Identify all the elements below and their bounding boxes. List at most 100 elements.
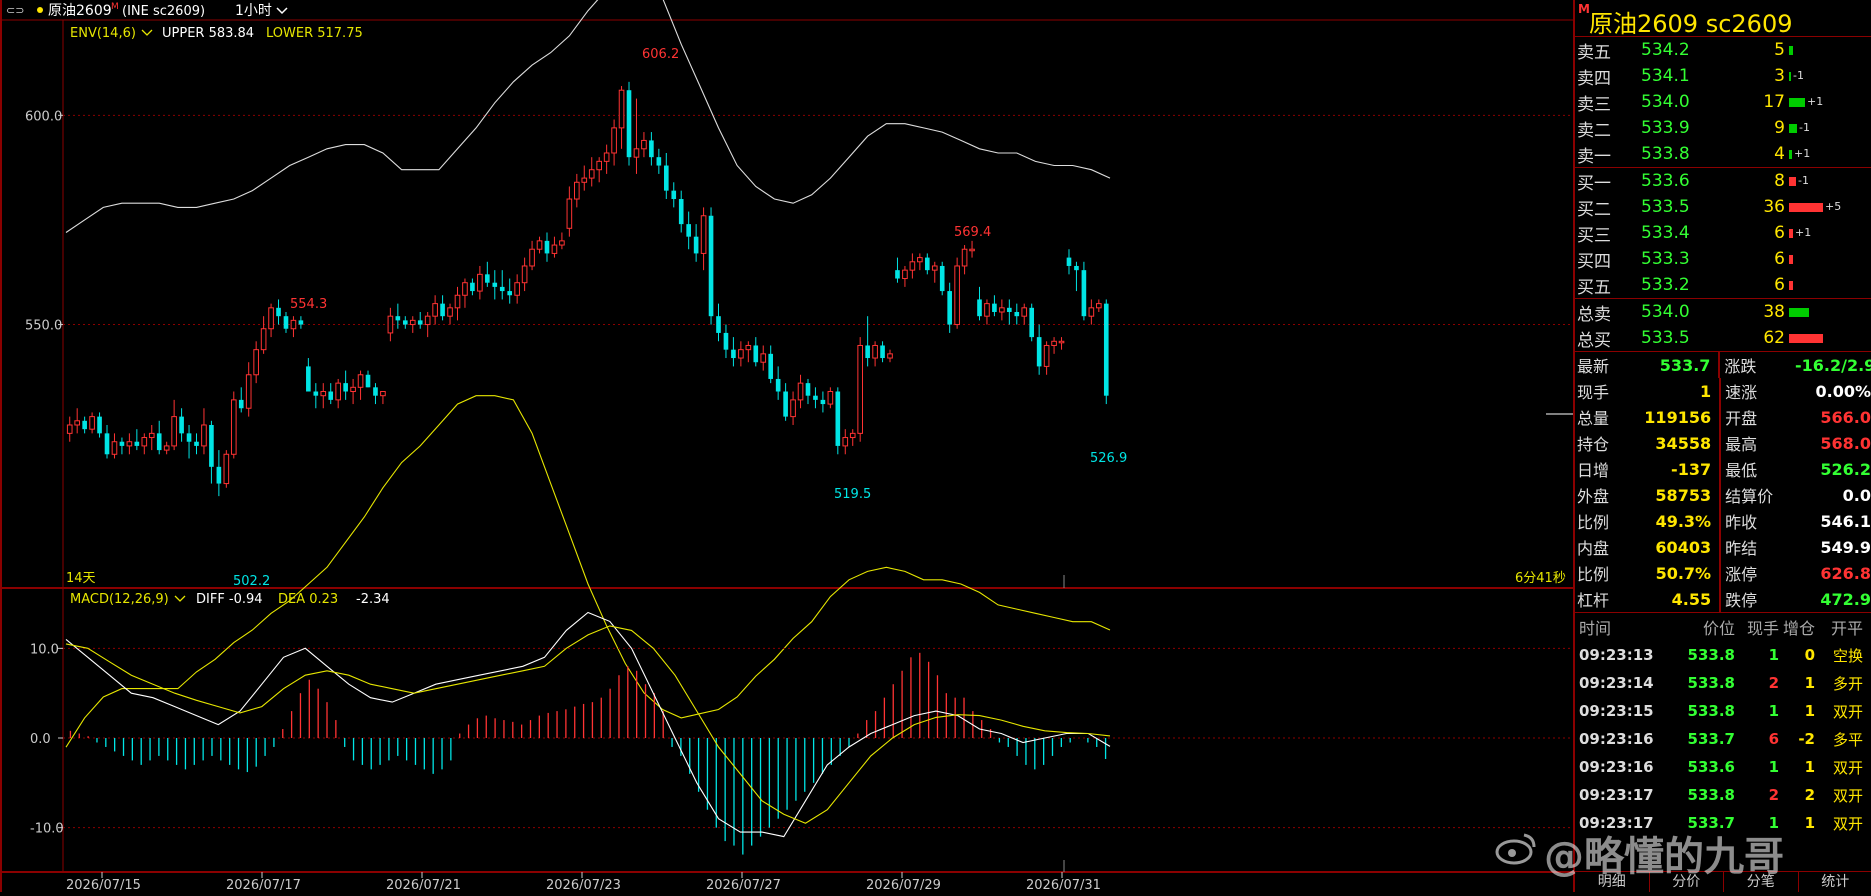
- quote-stats: 最新533.7涨跌-16.2/2.95%现手1速涨0.00%总量119156开盘…: [1575, 352, 1871, 613]
- book-price: 533.5: [1621, 328, 1741, 348]
- candle-body-up: [619, 90, 624, 128]
- period-selector[interactable]: 1小时: [235, 3, 272, 19]
- tick-row[interactable]: 09:23:17533.822双开: [1575, 781, 1871, 809]
- book-level-label: 买四: [1575, 247, 1621, 272]
- date-tick-label: 2026/07/29: [866, 878, 941, 892]
- quote-separator: [1719, 482, 1721, 508]
- candle-body-up: [597, 161, 602, 169]
- candle-body-up: [246, 375, 251, 408]
- candle-body-up: [1097, 304, 1102, 308]
- ask-row[interactable]: 卖一533.84+1: [1575, 141, 1871, 167]
- tick-open-close: 多平: [1815, 729, 1867, 750]
- candle-body-up: [843, 438, 848, 446]
- book-level-label: 卖四: [1575, 64, 1621, 89]
- quote-separator: [1719, 378, 1721, 404]
- tick-row[interactable]: 09:23:16533.611双开: [1575, 753, 1871, 781]
- link-icon[interactable]: ⊂⊃: [6, 4, 24, 17]
- tick-time: 09:23:16: [1575, 758, 1675, 776]
- candle-body-down: [1007, 308, 1012, 312]
- candle-body-up: [575, 182, 580, 199]
- quote-value: 0.0: [1796, 486, 1871, 505]
- candle-body-up: [873, 345, 878, 358]
- candle-body-down: [105, 433, 110, 454]
- book-volume: 9: [1741, 118, 1785, 138]
- bid-row[interactable]: 买一533.68-1: [1575, 168, 1871, 194]
- quote-label: 杠杆: [1575, 587, 1632, 611]
- candle-body-down: [977, 299, 982, 316]
- quote-separator: [1718, 352, 1720, 378]
- book-volume: 6: [1741, 275, 1785, 295]
- ask-row[interactable]: 卖五534.25: [1575, 37, 1871, 63]
- book-level-label: 卖一: [1575, 142, 1621, 167]
- candle-body-down: [187, 433, 192, 441]
- env-indicator-label[interactable]: ENV(14,6): [70, 26, 136, 41]
- quote-value: 546.1: [1796, 512, 1871, 531]
- candle-body-up: [112, 442, 117, 455]
- candle-body-down: [671, 191, 676, 199]
- candle-body-down: [716, 316, 721, 333]
- kline-chart-area[interactable]: ⊂⊃ 原油2609 M (INE sc2609) 1小时 ENV(14,6) U…: [0, 0, 1573, 892]
- candle-body-down: [649, 140, 654, 157]
- tick-row[interactable]: 09:23:15533.811双开: [1575, 697, 1871, 725]
- quote-label: 最新: [1575, 353, 1632, 377]
- tick-price: 533.8: [1675, 646, 1735, 664]
- ask-row[interactable]: 卖三534.017+1: [1575, 89, 1871, 115]
- quote-value: 119156: [1632, 408, 1715, 427]
- tick-hand: 1: [1735, 758, 1779, 776]
- total-row[interactable]: 总买533.562: [1575, 325, 1871, 351]
- tick-row[interactable]: 09:23:14533.821多开: [1575, 669, 1871, 697]
- candle-body-down: [157, 433, 162, 450]
- bar-countdown: 6分41秒: [1515, 571, 1566, 586]
- book-price: 533.4: [1621, 223, 1741, 243]
- quote-separator: [1719, 404, 1721, 430]
- price-label-519: 519.5: [834, 487, 871, 502]
- tick-increase: 1: [1779, 758, 1815, 776]
- bid-row[interactable]: 买二533.536+5: [1575, 194, 1871, 220]
- candle-body-down: [1104, 304, 1109, 396]
- book-level-label: 买二: [1575, 195, 1621, 220]
- order-book-totals: 总卖534.038总买533.562: [1575, 299, 1871, 352]
- candle-body-down: [940, 266, 945, 291]
- book-price: 533.2: [1621, 275, 1741, 295]
- price-tick-label: 550.0: [25, 319, 62, 334]
- book-volume: 4: [1741, 144, 1785, 164]
- panel-tab-3[interactable]: 统计: [1799, 872, 1871, 892]
- tick-header-cell: 价位: [1675, 615, 1735, 639]
- quote-value: 60403: [1632, 538, 1715, 557]
- candle-body-up: [985, 304, 990, 317]
- candle-body-up: [425, 316, 430, 324]
- bid-book: 买一533.68-1买二533.536+5买三533.46+1买四533.36买…: [1575, 168, 1871, 299]
- candle-body-down: [627, 90, 632, 157]
- total-row[interactable]: 总卖534.038: [1575, 299, 1871, 325]
- kline-svg[interactable]: ⊂⊃ 原油2609 M (INE sc2609) 1小时 ENV(14,6) U…: [0, 0, 1573, 892]
- tick-list[interactable]: 09:23:13533.810空换09:23:14533.821多开09:23:…: [1575, 641, 1871, 837]
- quote-value: -16.2/2.95%: [1795, 356, 1871, 375]
- bid-row[interactable]: 买五533.26: [1575, 272, 1871, 298]
- candle-body-up: [560, 241, 565, 245]
- quote-label: 比例: [1575, 561, 1632, 585]
- candle-body-up: [903, 270, 908, 278]
- candle-body-up: [761, 354, 766, 362]
- ask-row[interactable]: 卖二533.99-1: [1575, 115, 1871, 141]
- bid-row[interactable]: 买四533.36: [1575, 246, 1871, 272]
- bid-row[interactable]: 买三533.46+1: [1575, 220, 1871, 246]
- book-volume: 8: [1741, 171, 1785, 191]
- tick-row[interactable]: 09:23:13533.810空换: [1575, 641, 1871, 669]
- macd-indicator-label[interactable]: MACD(12,26,9): [70, 592, 169, 607]
- tick-price: 533.8: [1675, 702, 1735, 720]
- quote-value: 526.2: [1796, 460, 1871, 479]
- contract-title: 原油2609 sc2609: [1589, 4, 1792, 39]
- ask-row[interactable]: 卖四534.13-1: [1575, 63, 1871, 89]
- book-change: -1: [1793, 69, 1804, 82]
- quote-value: 49.3%: [1632, 512, 1715, 531]
- quote-separator: [1719, 534, 1721, 560]
- book-volume-bar: [1789, 98, 1805, 107]
- tick-row[interactable]: 09:23:16533.76-2多平: [1575, 725, 1871, 753]
- candle-body-down: [328, 392, 333, 400]
- window-code: (INE sc2609): [122, 4, 205, 19]
- candle-body-up: [515, 283, 520, 296]
- book-level-label: 卖二: [1575, 116, 1621, 141]
- quote-row: 比例49.3%昨收546.1: [1575, 508, 1871, 534]
- tick-time: 09:23:17: [1575, 786, 1675, 804]
- candle-body-down: [724, 333, 729, 350]
